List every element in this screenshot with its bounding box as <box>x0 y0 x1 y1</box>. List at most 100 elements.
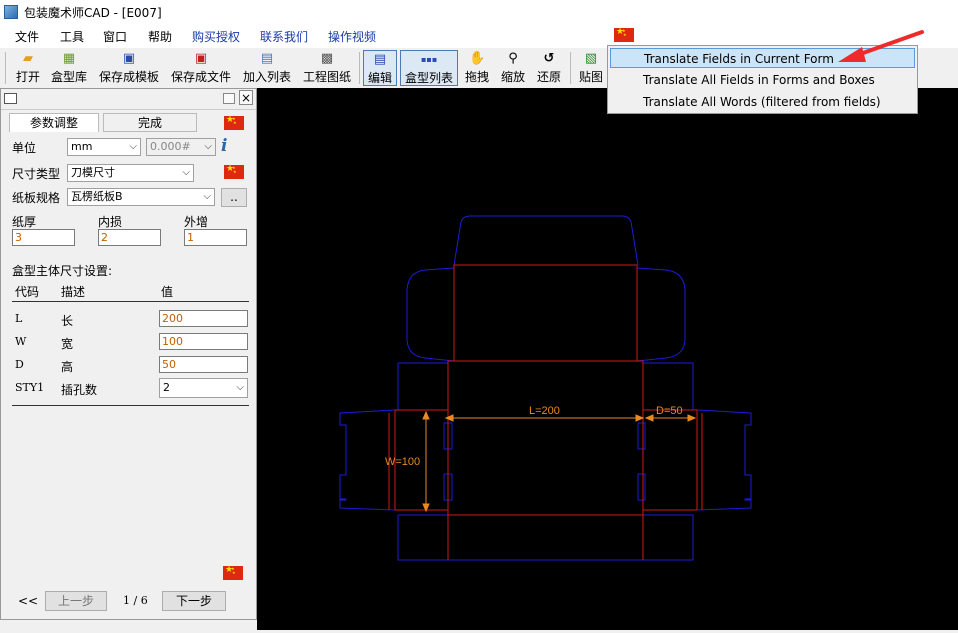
size-type-select[interactable]: 刀模尺寸 ⌵ <box>67 164 194 182</box>
save-template-button[interactable]: ▣ 保存成模板 <box>98 50 160 86</box>
thickness-label: 纸厚 <box>12 215 37 229</box>
menu-help[interactable]: 帮助 <box>148 28 172 45</box>
board-spec-more-button[interactable]: .. <box>221 188 247 207</box>
toolbar-separator <box>359 52 360 84</box>
depth-dimension-label: D=50 <box>656 405 683 417</box>
panel-close-icon[interactable]: × <box>239 90 253 105</box>
menu-contact-us[interactable]: 联系我们 <box>260 28 308 45</box>
row-description: 高 <box>61 360 74 374</box>
grid-list-icon: ▪▪▪ <box>421 55 438 64</box>
number-format-select: 0.000# ⌵ <box>146 138 216 156</box>
box-list-button[interactable]: ▪▪▪ 盒型列表 <box>400 50 458 86</box>
restore-button[interactable]: ↺ 还原 <box>534 50 564 86</box>
row-code: W <box>15 335 27 348</box>
dimension-lines <box>422 410 697 513</box>
outer-add-label: 外增 <box>184 215 209 229</box>
translate-context-menu: Translate Fields in Current Form Transla… <box>607 45 918 114</box>
row-description: 长 <box>61 314 74 328</box>
add-document-icon: ▤ <box>260 51 274 66</box>
menu-window[interactable]: 窗口 <box>103 28 127 45</box>
panel-header: × <box>1 89 256 110</box>
first-step-button[interactable]: << <box>18 594 38 608</box>
length-dimension-label: L=200 <box>529 405 560 417</box>
menu-video[interactable]: 操作视频 <box>328 28 376 45</box>
chevron-down-icon: ⌵ <box>204 141 212 152</box>
drag-button[interactable]: ✋ 拖拽 <box>462 50 492 86</box>
translate-flag-icon[interactable]: ★ ★ ★ <box>614 28 634 42</box>
edit-icon: ▤ <box>373 52 387 67</box>
unit-label: 单位 <box>12 141 37 155</box>
chevron-down-icon: ⌵ <box>182 167 190 178</box>
box-library-button[interactable]: ▦ 盒型库 <box>49 50 89 86</box>
menu-item-translate-all-words[interactable]: Translate All Words (filtered from field… <box>610 92 915 112</box>
header-divider <box>12 301 249 302</box>
chevron-down-icon: ⌵ <box>129 141 137 152</box>
row-code: D <box>15 358 24 371</box>
thickness-input[interactable]: 3 <box>12 229 75 246</box>
cut-lines <box>339 215 752 561</box>
next-step-button[interactable]: 下一步 <box>162 591 226 611</box>
china-flag-icon[interactable]: ★ ★ ★ <box>224 116 244 130</box>
menu-item-translate-current-form[interactable]: Translate Fields in Current Form <box>610 48 915 68</box>
section-title: 盒型主体尺寸设置: <box>12 264 113 278</box>
width-dimension-label: W=100 <box>385 456 420 468</box>
tab-done[interactable]: 完成 <box>103 113 197 132</box>
china-flag-icon[interactable]: ★ ★ ★ <box>223 566 243 580</box>
engineering-drawing-button[interactable]: ▩ 工程图纸 <box>302 50 352 86</box>
image-icon: ▧ <box>584 51 598 66</box>
menu-tools[interactable]: 工具 <box>60 28 84 45</box>
tab-params[interactable]: 参数调整 <box>9 113 99 132</box>
width-input[interactable]: 100 <box>159 333 248 350</box>
inner-loss-label: 内损 <box>98 215 123 229</box>
outer-add-input[interactable]: 1 <box>184 229 247 246</box>
title-bar: 包装魔术师CAD - [E007] <box>0 0 958 24</box>
save-icon: ▣ <box>122 51 136 66</box>
toolbar-separator <box>5 52 6 84</box>
zoom-button[interactable]: ⚲ 缩放 <box>498 50 528 86</box>
previous-step-button[interactable]: 上一步 <box>45 591 107 611</box>
column-code: 代码 <box>15 285 40 299</box>
column-value: 值 <box>161 285 174 299</box>
menu-buy-license[interactable]: 购买授权 <box>192 28 240 45</box>
row-code: L <box>15 312 23 325</box>
table-bottom-divider <box>12 405 249 406</box>
chevron-down-icon: ⌵ <box>236 382 244 393</box>
magnifier-icon: ⚲ <box>508 51 518 66</box>
row-code: STY1 <box>15 381 45 394</box>
info-icon[interactable]: i <box>221 136 227 156</box>
panel-float-icon[interactable] <box>223 93 235 104</box>
toolbar-separator <box>570 52 571 84</box>
edit-button[interactable]: ▤ 编辑 <box>363 50 397 86</box>
page-indicator: 1 / 6 <box>123 594 148 607</box>
box-dieline-drawing[interactable]: L=200 D=50 W=100 <box>257 88 958 630</box>
paste-image-button[interactable]: ▧ 贴图 <box>576 50 606 86</box>
folder-open-icon: ▰ <box>23 51 33 66</box>
chevron-down-icon: ⌵ <box>203 191 211 202</box>
panel-icon <box>4 93 17 104</box>
open-button[interactable]: ▰ 打开 <box>12 50 44 86</box>
menu-item-translate-all-fields[interactable]: Translate All Fields in Forms and Boxes <box>610 70 915 90</box>
menu-file[interactable]: 文件 <box>15 28 39 45</box>
size-type-label: 尺寸类型 <box>12 167 61 181</box>
app-icon <box>4 5 18 19</box>
unit-select[interactable]: mm ⌵ <box>67 138 141 156</box>
row-description: 宽 <box>61 337 74 351</box>
parameter-panel: × 参数调整 完成 ★ ★ ★ 单位 mm ⌵ 0.000# ⌵ i 尺寸类型 刀模尺寸… <box>0 88 257 620</box>
undo-icon: ↺ <box>543 51 555 66</box>
inner-loss-input[interactable]: 2 <box>98 229 161 246</box>
save-file-icon: ▣ <box>194 51 208 66</box>
add-to-list-button[interactable]: ▤ 加入列表 <box>242 50 292 86</box>
hole-count-select[interactable]: 2 ⌵ <box>159 378 248 398</box>
china-flag-icon[interactable]: ★ ★ ★ <box>224 165 244 179</box>
board-spec-select[interactable]: 瓦楞纸板B ⌵ <box>67 188 215 206</box>
drawing-canvas[interactable]: L=200 D=50 W=100 <box>257 88 958 630</box>
length-input[interactable]: 200 <box>159 310 248 327</box>
hand-icon: ✋ <box>469 51 486 66</box>
printer-icon: ▩ <box>320 51 334 66</box>
box-library-icon: ▦ <box>62 51 76 66</box>
column-description: 描述 <box>61 285 86 299</box>
depth-input[interactable]: 50 <box>159 356 248 373</box>
save-file-button[interactable]: ▣ 保存成文件 <box>170 50 232 86</box>
window-title: 包装魔术师CAD - [E007] <box>24 6 162 20</box>
board-spec-label: 纸板规格 <box>12 191 61 205</box>
